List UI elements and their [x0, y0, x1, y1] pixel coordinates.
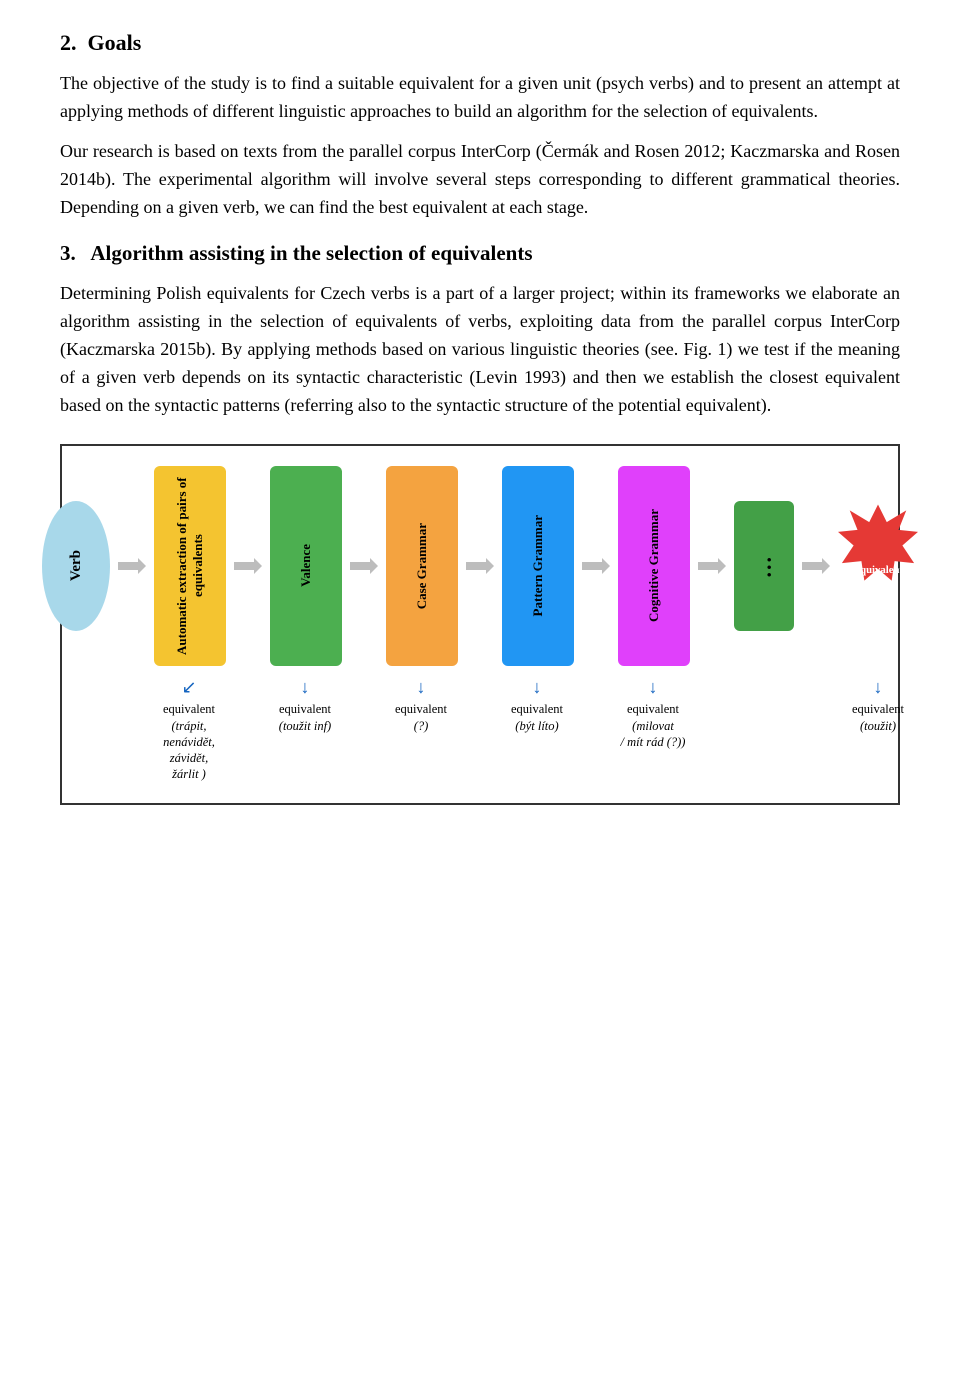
cognitive-equiv-sub: (milovat/ mít rád (?)) [621, 718, 686, 751]
arrow-5 [578, 548, 614, 584]
cognitive-grammar-node: Cognitive Grammar [618, 466, 690, 666]
section-2-para-1: The objective of the study is to find a … [60, 70, 900, 126]
valence-rect: Valence [270, 466, 342, 666]
equiv-arrow-down: ↓ [874, 676, 883, 699]
case-equiv-label: equivalent [395, 701, 447, 717]
valence-bottom-label: ↓ equivalent (toužit inf) [269, 676, 341, 734]
verb-node: Verb [42, 501, 110, 631]
auto-equiv-label: equivalent [163, 701, 215, 717]
cognitive-arrow-down: ↓ [649, 676, 658, 699]
section-3-para-1: Determining Polish equivalents for Czech… [60, 280, 900, 419]
pattern-bottom-label: ↓ equivalent (být líto) [501, 676, 573, 734]
section-2: 2. Goals The objective of the study is t… [60, 30, 900, 221]
cognitive-grammar-rect: Cognitive Grammar [618, 466, 690, 666]
algorithm-diagram: Verb Automatic extraction of pairs of eq… [60, 444, 900, 805]
case-equiv-sub: (?) [414, 718, 429, 734]
equiv-bottom-label: ↓ equivalent (toužit) [837, 676, 919, 734]
valence-equiv-label: equivalent [279, 701, 331, 717]
pattern-grammar-rect: Pattern Grammar [502, 466, 574, 666]
arrow-4 [462, 548, 498, 584]
arrow-6 [694, 548, 730, 584]
valence-arrow-down: ↓ [301, 676, 310, 699]
pattern-equiv-sub: (být líto) [515, 718, 558, 734]
pattern-grammar-label: Pattern Grammar [530, 515, 546, 616]
automatic-node: Automatic extraction of pairs of equival… [154, 466, 226, 666]
equivalent-node: Equivalent [838, 501, 918, 631]
arrow-7 [798, 548, 834, 584]
diagram-flow: Verb Automatic extraction of pairs of eq… [78, 466, 882, 666]
equiv-equiv-label: equivalent [852, 701, 904, 717]
case-bottom-label: ↓ equivalent (?) [385, 676, 457, 734]
automatic-label: Automatic extraction of pairs of equival… [174, 466, 206, 666]
cognitive-equiv-label: equivalent [627, 701, 679, 717]
svg-text:Equivalent: Equivalent [853, 564, 903, 576]
section-2-para-2: Our research is based on texts from the … [60, 138, 900, 222]
diagram-labels: ↙ equivalent (trápit,nenávidět, závidět,… [78, 676, 882, 783]
pattern-arrow-down: ↓ [533, 676, 542, 699]
cognitive-bottom-label: ↓ equivalent (milovat/ mít rád (?)) [617, 676, 689, 750]
case-grammar-rect: Case Grammar [386, 466, 458, 666]
verb-label: Verb [68, 550, 85, 581]
arrow-1 [114, 548, 150, 584]
dots-rect: ... [734, 501, 794, 631]
section-2-heading: 2. Goals [60, 30, 900, 56]
pattern-grammar-node: Pattern Grammar [502, 466, 574, 666]
equivalent-starburst: Equivalent [838, 501, 918, 631]
valence-label: Valence [298, 544, 314, 587]
cognitive-grammar-label: Cognitive Grammar [646, 509, 662, 622]
valence-node: Valence [270, 466, 342, 666]
case-grammar-label: Case Grammar [414, 523, 430, 609]
case-grammar-node: Case Grammar [386, 466, 458, 666]
section-3: 3. Algorithm assisting in the selection … [60, 241, 900, 419]
automatic-rect: Automatic extraction of pairs of equival… [154, 466, 226, 666]
pattern-equiv-label: equivalent [511, 701, 563, 717]
auto-bottom-label: ↙ equivalent (trápit,nenávidět, závidět,… [153, 676, 225, 783]
arrow-2 [230, 548, 266, 584]
arrow-3 [346, 548, 382, 584]
verb-ellipse: Verb [42, 501, 110, 631]
dots-node: ... [734, 501, 794, 631]
valence-equiv-sub: (toužit inf) [279, 718, 331, 734]
auto-arrow-down: ↙ [181, 676, 196, 699]
auto-equiv-sub: (trápit,nenávidět, závidět,žárlit ) [153, 718, 225, 783]
dots-label: ... [751, 555, 777, 578]
section-3-heading: 3. Algorithm assisting in the selection … [60, 241, 900, 266]
case-arrow-down: ↓ [417, 676, 426, 699]
equiv-equiv-sub: (toužit) [860, 718, 896, 734]
